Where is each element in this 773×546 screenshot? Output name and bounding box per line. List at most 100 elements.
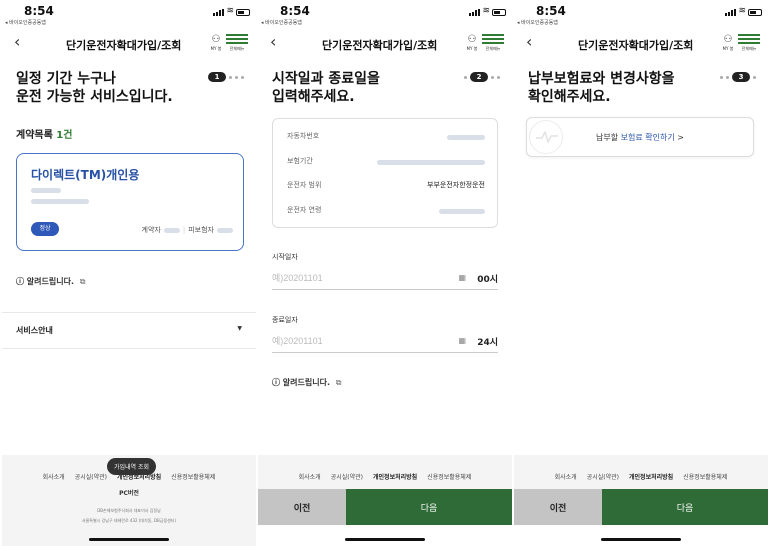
service-info-toggle[interactable]: 서비스안내	[16, 325, 53, 336]
masked-period	[31, 199, 89, 204]
footer-link-credit[interactable]: 신용정보활용체제	[171, 472, 215, 481]
contract-people: 계약자 | 피보험자	[142, 225, 233, 235]
home-indicator	[89, 538, 169, 541]
all-menu-label: 전체메뉴	[229, 46, 245, 51]
contract-list-title: 계약목록 1건	[16, 126, 72, 141]
all-menu-button[interactable]: 전체메뉴	[226, 34, 248, 52]
back-to-app-link[interactable]: ◂ 바이오인증공동앱	[517, 19, 558, 26]
masked-insured	[217, 227, 233, 233]
footer-link-disclosure[interactable]: 공시실(약관)	[587, 472, 619, 481]
status-badge: 정상	[31, 222, 59, 236]
next-button[interactable]: 다음	[346, 489, 512, 525]
back-to-app-link[interactable]: ◂ 바이오인증공동앱	[5, 19, 46, 26]
step-indicator: 3	[720, 72, 756, 82]
headline: 시작일과 종료일을 입력해주세요.	[272, 70, 380, 106]
external-link-icon: ⧉	[79, 277, 86, 286]
step-indicator: 2	[464, 72, 500, 82]
footer-link-disclosure[interactable]: 공시실(약관)	[75, 472, 107, 481]
end-date-input[interactable]	[272, 336, 442, 346]
status-bar: 8:54 ◂ 바이오인증공동앱 ≋	[2, 0, 256, 30]
footer-link-company[interactable]: 회사소개	[43, 472, 65, 481]
app-header: ‹ 단기운전자확대가입/조회 ⚇ MY 봄 전체메뉴	[514, 30, 768, 60]
footer-link-company[interactable]: 회사소개	[555, 472, 577, 481]
calendar-icon[interactable]: ▦	[458, 336, 466, 345]
hamburger-icon	[226, 34, 248, 44]
my-menu-button[interactable]: ⚇ MY 봄	[464, 34, 480, 52]
prev-button[interactable]: 이전	[514, 489, 602, 525]
footer-link-privacy[interactable]: 개인정보처리방침	[629, 472, 673, 481]
prev-button[interactable]: 이전	[258, 489, 346, 525]
period-label: 보험기간	[287, 157, 313, 165]
app-header: ‹ 단기운전자확대가입/조회 ⚇ MY 봄 전체메뉴	[2, 30, 256, 60]
notice-label: 알려드립니다.	[26, 277, 74, 286]
wifi-icon: ≋	[482, 6, 490, 16]
summary-row-car-number: 자동차번호	[287, 131, 485, 145]
notice-link[interactable]: ⓘ 알려드립니다. ⧉	[272, 377, 342, 388]
step-dot	[464, 75, 467, 79]
user-icon: ⚇	[723, 34, 733, 45]
contract-summary-box: 자동차번호 보험기간 운전자 범위 부부운전자한정운전 운전자 연령	[272, 118, 498, 228]
all-menu-button[interactable]: 전체메뉴	[738, 34, 760, 52]
contract-card[interactable]: 다이렉트(TM)개인용 정상 계약자 | 피보험자	[16, 153, 244, 251]
divider	[2, 348, 256, 349]
footer-link-privacy[interactable]: 개인정보처리방침	[373, 472, 417, 481]
status-time: 8:54	[536, 4, 566, 18]
status-time: 8:54	[280, 4, 310, 18]
page-title: 단기운전자확대가입/조회	[578, 39, 694, 52]
caret-down-icon[interactable]: ▼	[237, 325, 242, 332]
driver-range-value: 부부운전자한정운전	[427, 181, 485, 189]
screen-3: 8:54 ◂ 바이오인증공동앱 ≋ ‹ 단기운전자확대가입/조회 ⚇ MY 봄 전…	[514, 0, 768, 546]
user-icon: ⚇	[467, 34, 477, 45]
start-date-label: 시작일자	[272, 253, 298, 261]
all-menu-label: 전체메뉴	[741, 46, 757, 51]
car-number-label: 자동차번호	[287, 132, 320, 140]
headline-line-2: 확인해주세요.	[528, 89, 611, 105]
chevron-right-icon: >	[677, 133, 684, 142]
battery-icon	[492, 9, 506, 16]
notice-link[interactable]: ⓘ 알려드립니다. ⧉	[16, 276, 86, 287]
headline-line-1: 시작일과 종료일을	[272, 71, 380, 87]
footer-link-credit[interactable]: 신용정보활용체제	[427, 472, 471, 481]
summary-row-period: 보험기간	[287, 156, 485, 170]
bottom-safe-area	[514, 525, 768, 546]
summary-row-driver-age: 운전자 연령	[287, 205, 485, 219]
company-address: 서울특별시 강남구 테헤란로 432 (대치동, DB금융센터)	[81, 518, 177, 523]
status-bar: 8:54 ◂ 바이오인증공동앱 ≋	[258, 0, 512, 30]
signal-icon	[469, 9, 480, 16]
footer-links: 회사소개 공시실(약관) 개인정보처리방침 신용정보활용체제	[514, 472, 768, 481]
footer-link-disclosure[interactable]: 공시실(약관)	[331, 472, 363, 481]
start-date-input[interactable]	[272, 273, 442, 283]
chevron-left-icon[interactable]: ‹	[270, 32, 276, 51]
calendar-icon[interactable]: ▦	[458, 273, 466, 282]
masked-car-number	[31, 188, 61, 193]
check-premium-button[interactable]: 납부할 보험료 확인하기 >	[526, 117, 754, 157]
check-premium-link: 보험료 확인하기	[620, 133, 675, 142]
my-menu-button[interactable]: ⚇ MY 봄	[208, 34, 224, 52]
headline: 일정 기간 누구나 운전 가능한 서비스입니다.	[16, 70, 173, 106]
battery-icon	[236, 9, 250, 16]
page-title: 단기운전자확대가입/조회	[322, 39, 438, 52]
footer-link-credit[interactable]: 신용정보활용체제	[683, 472, 727, 481]
back-to-app-link[interactable]: ◂ 바이오인증공동앱	[261, 19, 302, 26]
status-bar: 8:54 ◂ 바이오인증공동앱 ≋	[514, 0, 768, 30]
company-info: DB손해보험주식회사 대표이사 김정남	[97, 508, 161, 513]
external-link-icon: ⧉	[335, 378, 342, 387]
chevron-left-icon[interactable]: ‹	[14, 32, 20, 51]
headline-line-1: 일정 기간 누구나	[16, 71, 116, 87]
headline-line-1: 납부보험료와 변경사항을	[528, 71, 675, 87]
all-menu-button[interactable]: 전체메뉴	[482, 34, 504, 52]
enrollment-history-button[interactable]: 가입내역 조회	[107, 458, 157, 475]
status-time: 8:54	[24, 4, 54, 18]
my-menu-label: MY 봄	[210, 46, 222, 51]
pc-version-link[interactable]: PC버전	[2, 488, 256, 497]
pay-prefix: 납부할	[596, 133, 619, 142]
step-dot	[726, 75, 729, 79]
chevron-left-icon[interactable]: ‹	[526, 32, 532, 51]
footer-links: 회사소개 공시실(약관) 개인정보처리방침 신용정보활용체제	[258, 472, 512, 481]
my-menu-button[interactable]: ⚇ MY 봄	[720, 34, 736, 52]
page-title: 단기운전자확대가입/조회	[66, 39, 182, 52]
footer-link-company[interactable]: 회사소개	[299, 472, 321, 481]
notice-label: 알려드립니다.	[282, 378, 330, 387]
all-menu-label: 전체메뉴	[485, 46, 501, 51]
next-button[interactable]: 다음	[602, 489, 768, 525]
